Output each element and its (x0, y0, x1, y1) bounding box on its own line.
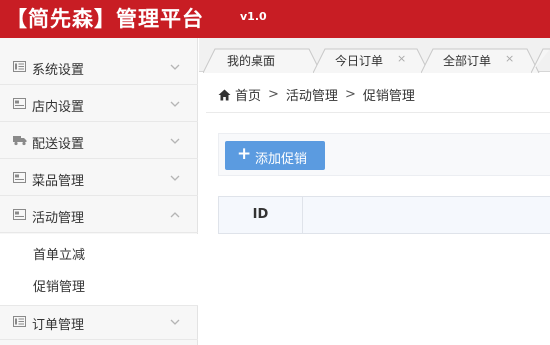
breadcrumb-divider (206, 112, 550, 113)
chevron-down-icon (170, 138, 180, 144)
tab-label: 今日订单 (335, 54, 384, 68)
image-card-icon (13, 172, 26, 183)
top-header-bar: 【简先森】管理平台 v1.0 (0, 0, 550, 38)
chevron-down-icon (170, 175, 180, 181)
sidebar-item-label: 菜品管理 (32, 174, 85, 189)
tab-overflow-edge (531, 48, 550, 73)
tab-strip: 我的桌面 今日订单 × 全部订单 × (199, 38, 550, 73)
sidebar-item-label: 活动管理 (32, 211, 85, 226)
breadcrumb-level1[interactable]: 活动管理 (286, 89, 338, 104)
promotion-table: ID (218, 196, 550, 234)
chevron-down-icon (170, 64, 180, 70)
sidebar-item-delivery-settings[interactable]: 配送设置 (0, 123, 198, 159)
sidebar-item-system-settings[interactable]: 系统设置 (0, 49, 198, 85)
submenu-item-label: 首单立减 (33, 248, 86, 263)
breadcrumb-current: 促销管理 (362, 89, 415, 104)
version-label: v1.0 (240, 10, 267, 23)
home-icon (218, 89, 231, 100)
close-icon[interactable]: × (397, 52, 406, 65)
tab-all-orders[interactable]: 全部订单 × (421, 48, 541, 73)
plus-icon: + (237, 144, 252, 164)
submenu-item-promotion-management[interactable]: 促销管理 (0, 268, 198, 300)
breadcrumb-home[interactable]: 首页 (235, 89, 261, 104)
chevron-down-icon (170, 319, 180, 325)
tab-label: 全部订单 (443, 54, 492, 68)
list-doc-icon (13, 316, 26, 327)
table-header-id: ID (219, 197, 303, 233)
breadcrumb-separator: > (268, 87, 279, 102)
sidebar: 系统设置 店内设置 配送设置 菜品管理 活动管理 首单立减 促销管理 订单管理 (0, 38, 198, 345)
tab-today-orders[interactable]: 今日订单 × (313, 48, 431, 73)
sidebar-item-dish-management[interactable]: 菜品管理 (0, 160, 198, 196)
sidebar-item-activity-management[interactable]: 活动管理 (0, 197, 198, 233)
image-card-icon (13, 98, 26, 109)
action-toolbar: + 添加促销 (218, 133, 550, 176)
submenu-item-first-order-discount[interactable]: 首单立减 (0, 236, 198, 268)
add-promotion-button[interactable]: + 添加促销 (225, 141, 325, 170)
breadcrumb: 首页 > 活动管理 > 促销管理 (218, 85, 415, 104)
sidebar-item-label: 系统设置 (32, 63, 85, 78)
sidebar-item-store-settings[interactable]: 店内设置 (0, 86, 198, 122)
submenu-item-label: 促销管理 (33, 280, 86, 295)
tab-shape (531, 48, 550, 73)
image-card-icon (13, 209, 26, 220)
sidebar-item-order-management[interactable]: 订单管理 (0, 304, 198, 340)
list-doc-icon (13, 61, 26, 72)
close-icon[interactable]: × (505, 52, 514, 65)
breadcrumb-separator: > (344, 87, 356, 102)
chevron-up-icon (170, 212, 180, 218)
chevron-down-icon (170, 101, 180, 107)
tab-label: 我的桌面 (227, 54, 276, 68)
sidebar-item-label: 店内设置 (32, 100, 85, 115)
brand-title: 【简先森】管理平台 (6, 7, 204, 31)
sidebar-item-label: 配送设置 (32, 137, 85, 152)
truck-icon (13, 136, 27, 146)
tab-my-desktop[interactable]: 我的桌面 (203, 48, 323, 73)
add-promotion-label: 添加促销 (255, 152, 308, 167)
activity-submenu: 首单立减 促销管理 (0, 234, 198, 306)
sidebar-item-label: 订单管理 (32, 318, 85, 333)
